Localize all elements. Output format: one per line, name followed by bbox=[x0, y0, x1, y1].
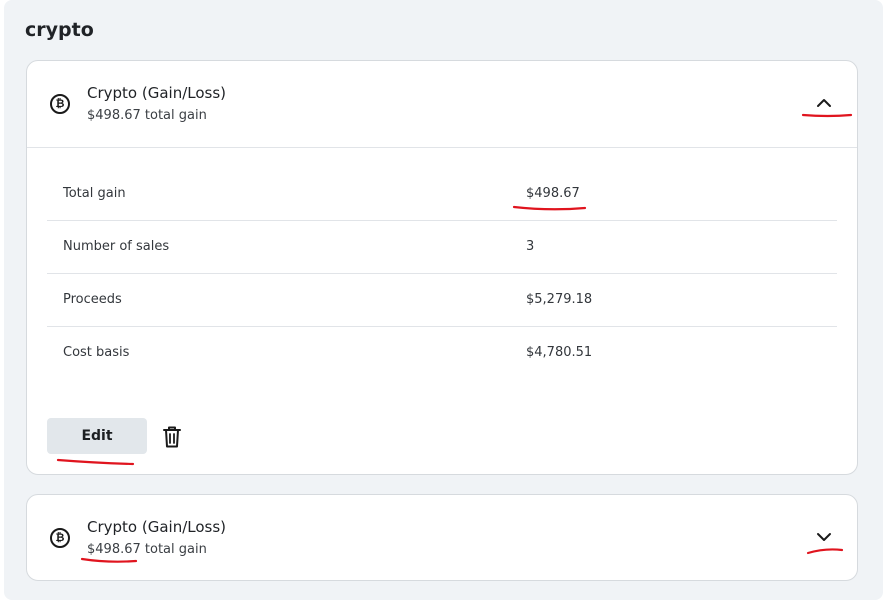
detail-row-proceeds: Proceeds $5,279.18 bbox=[47, 274, 837, 327]
divider bbox=[27, 147, 857, 148]
row-value: $5,279.18 bbox=[526, 292, 593, 307]
card-subtitle: $498.67 total gain bbox=[87, 108, 207, 123]
card-title: Crypto (Gain/Loss) bbox=[87, 518, 227, 536]
row-label: Cost basis bbox=[63, 345, 130, 360]
crypto-panel: crypto ₿ Crypto (Gain/Loss) $498.67 tota… bbox=[4, 0, 883, 600]
details-list: Total gain $498.67 Number of sales 3 Pro… bbox=[47, 168, 837, 379]
row-value: $498.67 bbox=[526, 186, 580, 201]
detail-row-total-gain: Total gain $498.67 bbox=[47, 168, 837, 221]
row-label: Number of sales bbox=[63, 239, 170, 254]
card-header[interactable]: ₿ Crypto (Gain/Loss) $498.67 total gain bbox=[27, 495, 857, 580]
bitcoin-icon: ₿ bbox=[50, 94, 70, 114]
bitcoin-icon: ₿ bbox=[50, 528, 70, 548]
section-title: crypto bbox=[25, 19, 94, 41]
edit-button[interactable]: Edit bbox=[47, 418, 147, 454]
row-value: $4,780.51 bbox=[526, 345, 593, 360]
row-value: 3 bbox=[526, 239, 535, 254]
chevron-up-icon[interactable] bbox=[813, 92, 835, 114]
crypto-card-expanded: ₿ Crypto (Gain/Loss) $498.67 total gain … bbox=[26, 60, 858, 475]
card-title: Crypto (Gain/Loss) bbox=[87, 84, 227, 102]
crypto-card-collapsed[interactable]: ₿ Crypto (Gain/Loss) $498.67 total gain bbox=[26, 494, 858, 581]
row-label: Total gain bbox=[63, 186, 126, 201]
row-label: Proceeds bbox=[63, 292, 122, 307]
card-subtitle: $498.67 total gain bbox=[87, 542, 207, 557]
chevron-down-icon[interactable] bbox=[813, 526, 835, 548]
detail-row-number-of-sales: Number of sales 3 bbox=[47, 221, 837, 274]
card-header[interactable]: ₿ Crypto (Gain/Loss) $498.67 total gain bbox=[27, 61, 857, 147]
detail-row-cost-basis: Cost basis $4,780.51 bbox=[47, 327, 837, 379]
trash-icon[interactable] bbox=[161, 425, 183, 449]
